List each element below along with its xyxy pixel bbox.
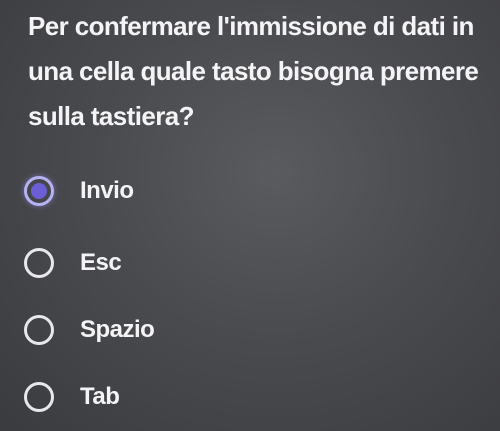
option-label: Tab — [80, 383, 120, 410]
option-label: Esc — [80, 249, 122, 276]
radio-unchecked-icon[interactable] — [24, 248, 54, 278]
option-spazio[interactable]: Spazio — [24, 310, 324, 350]
option-label: Spazio — [80, 316, 155, 343]
option-label: Invio — [80, 177, 134, 204]
radio-unchecked-icon[interactable] — [24, 382, 54, 412]
option-tab[interactable]: Tab — [24, 377, 324, 417]
radio-unchecked-icon[interactable] — [24, 315, 54, 345]
answer-options: Invio Esc Spazio Tab — [0, 0, 500, 431]
option-esc[interactable]: Esc — [24, 243, 324, 283]
radio-checked-icon[interactable] — [24, 176, 54, 206]
radio-dot — [31, 183, 47, 199]
option-invio[interactable]: Invio — [24, 171, 324, 211]
quiz-screen: Per confermare l'immissione di dati in u… — [0, 0, 500, 431]
